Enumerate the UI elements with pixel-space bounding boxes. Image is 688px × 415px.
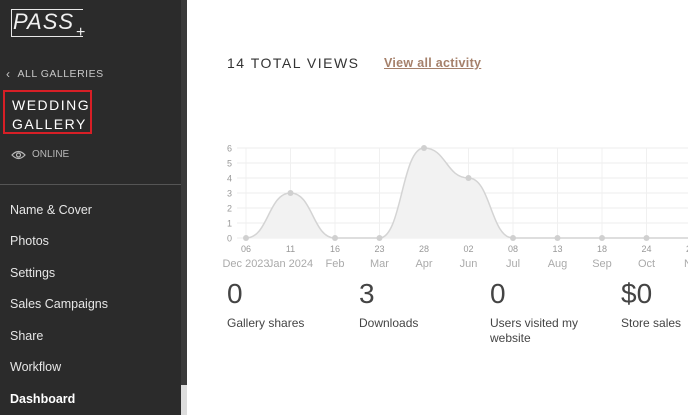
- x-month-label: Oct: [638, 258, 655, 270]
- x-tick-label: 23: [374, 244, 384, 254]
- x-month-label: Sep: [592, 258, 612, 270]
- x-tick-label: 28: [419, 244, 429, 254]
- stat-users-visited-label: Users visited my website: [490, 316, 578, 346]
- x-month-label: Apr: [415, 258, 432, 270]
- view-all-activity-link[interactable]: View all activity: [384, 56, 481, 70]
- sidebar-item-share[interactable]: Share: [10, 328, 43, 344]
- x-month-label: Feb: [326, 258, 345, 270]
- data-point: [554, 235, 561, 241]
- stat-store-sales-value: $0: [621, 278, 653, 309]
- total-views: 14 TOTAL VIEWS: [227, 55, 360, 71]
- sidebar-item-dashboard[interactable]: Dashboard: [10, 391, 75, 407]
- stat-downloads-label: Downloads: [359, 316, 419, 330]
- gallery-title-line1: WEDDING: [12, 97, 91, 113]
- gallery-title-text: WEDDING GALLERY: [12, 96, 90, 134]
- status-label: ONLINE: [32, 149, 70, 160]
- x-tick-label: 06: [241, 244, 251, 254]
- x-tick-label: 13: [552, 244, 562, 254]
- gallery-title: WEDDING GALLERY: [3, 90, 92, 134]
- gallery-title-line2: GALLERY: [12, 116, 87, 132]
- status-online[interactable]: ONLINE: [11, 149, 69, 160]
- views-chart: 01234560611162328020813182429Dec 2023Jan…: [222, 144, 688, 270]
- x-month-label: Mar: [370, 258, 389, 270]
- sidebar: PASS + ‹ ALL GALLERIES WEDDING GALLERY ON…: [0, 0, 187, 415]
- data-point: [243, 235, 249, 241]
- x-tick-label: 16: [330, 244, 340, 254]
- eye-icon: [11, 150, 26, 159]
- stat-gallery-shares-label: Gallery shares: [227, 316, 305, 330]
- y-tick-label: 2: [227, 204, 232, 214]
- x-month-label: Dec 2023: [222, 258, 269, 270]
- data-point: [643, 235, 650, 241]
- data-point: [287, 190, 294, 196]
- x-month-label: Jul: [506, 258, 520, 270]
- sidebar-item-settings[interactable]: Settings: [10, 265, 55, 281]
- data-point: [510, 235, 516, 241]
- sidebar-divider: [0, 184, 181, 185]
- chevron-left-icon: ‹: [6, 67, 11, 81]
- stat-users-visited-label-line2: website: [490, 331, 531, 345]
- stat-gallery-shares-value: 0: [227, 278, 243, 309]
- x-tick-label: 24: [641, 244, 651, 254]
- dashboard-main: 14 TOTAL VIEWS View all activity 0123456…: [187, 0, 688, 415]
- all-galleries-label: ALL GALLERIES: [17, 68, 104, 80]
- y-tick-label: 4: [227, 174, 232, 184]
- stat-store-sales-label: Store sales: [621, 316, 682, 330]
- data-point: [332, 235, 338, 241]
- x-month-label: Aug: [548, 258, 568, 270]
- sidebar-item-name-cover[interactable]: Name & Cover: [10, 202, 92, 218]
- stat-users-visited-value: 0: [490, 278, 506, 309]
- y-tick-label: 0: [227, 234, 232, 244]
- sidebar-item-photos[interactable]: Photos: [10, 233, 49, 249]
- sidebar-item-sales-campaigns[interactable]: Sales Campaigns: [10, 296, 108, 312]
- x-month-label: Jun: [460, 258, 478, 270]
- y-tick-label: 3: [227, 189, 232, 199]
- sidebar-item-workflow[interactable]: Workflow: [10, 359, 61, 375]
- x-tick-label: 11: [286, 244, 295, 254]
- x-tick-label: 18: [597, 244, 607, 254]
- all-galleries-link[interactable]: ‹ ALL GALLERIES: [6, 67, 104, 81]
- y-tick-label: 1: [227, 219, 232, 229]
- data-point: [376, 235, 383, 241]
- y-tick-label: 5: [227, 159, 232, 169]
- stat-downloads-value: 3: [359, 278, 375, 309]
- stat-users-visited-label-line1: Users visited my: [490, 316, 579, 330]
- x-month-label: No: [684, 258, 688, 270]
- y-tick-label: 6: [227, 144, 232, 154]
- x-tick-label: 08: [508, 244, 518, 254]
- data-point: [421, 145, 427, 151]
- x-month-label: Jan 2024: [268, 258, 313, 270]
- x-tick-label: 02: [463, 244, 473, 254]
- logo-text: PASS: [13, 9, 75, 34]
- data-point: [465, 175, 472, 181]
- data-point: [599, 235, 605, 241]
- logo-plus: +: [76, 24, 86, 41]
